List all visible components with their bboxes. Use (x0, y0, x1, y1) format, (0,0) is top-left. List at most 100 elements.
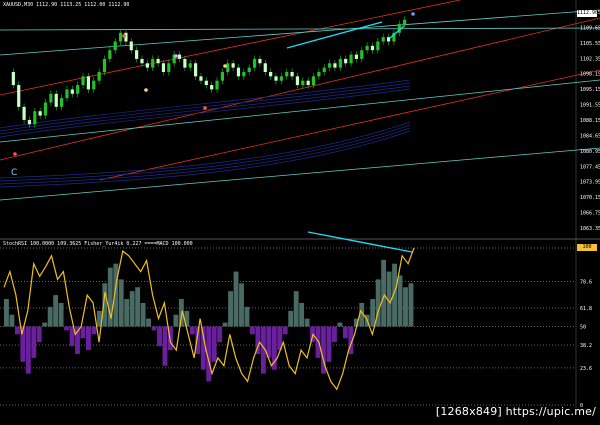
candle-body (204, 80, 208, 86)
candle-body (17, 85, 21, 107)
candle-body (65, 89, 69, 99)
candle-body (285, 71, 289, 77)
histogram-bar (370, 299, 376, 327)
price-tick-label: 1084.65 (580, 133, 600, 139)
candle-body (220, 71, 224, 81)
symbol-info: XAUUSD,M30 1112.90 1113.25 1112.00 1112.… (3, 2, 130, 8)
current-price-tag: 1112.90 (577, 10, 599, 17)
oscillator-axis: 10078.661.85038.223.60 (580, 246, 592, 409)
histogram-bar (233, 271, 239, 327)
candle-body (188, 63, 192, 68)
candle-body (183, 58, 187, 68)
candle-body (333, 63, 337, 68)
candle-body (54, 93, 58, 107)
channel-line (0, 0, 461, 96)
osc-tick-label: 38.2 (580, 343, 592, 349)
candle-body (97, 71, 101, 81)
candle-body (199, 76, 203, 81)
candle-body (38, 111, 42, 116)
candle-body (43, 102, 48, 116)
candle-body (140, 58, 144, 64)
histogram-bar (14, 326, 20, 335)
histogram-bar (332, 326, 337, 343)
candle-body (231, 63, 235, 68)
candle-body (263, 63, 267, 72)
histogram-bar (42, 322, 48, 327)
candle-body (247, 67, 251, 72)
trend-arrow (307, 231, 413, 253)
histogram-bar (4, 299, 9, 327)
histogram-bar (381, 259, 387, 327)
candle-body (386, 37, 391, 42)
candle-body (226, 63, 230, 72)
price-tick-label: 1080.95 (580, 149, 600, 155)
price-axis: 1116.151109.651105.551102.351098.151095.… (580, 10, 600, 232)
candle-body (118, 32, 123, 42)
channel-line (99, 69, 600, 181)
candle-body (49, 93, 53, 103)
histogram-bar (173, 314, 179, 327)
oscillator-info: StochRSI 100.0000 109.3625 Fisher_Yur4ik… (3, 241, 193, 247)
candle-body (156, 58, 160, 64)
candle-body (129, 41, 133, 51)
histogram-bar (342, 326, 348, 339)
histogram-bar (146, 318, 151, 327)
fractal-marker (411, 12, 415, 16)
candle-body (145, 63, 149, 68)
histogram-bar (326, 326, 332, 362)
watermark: [1268x849] https://upic.me/ (435, 405, 596, 418)
candle-body (11, 71, 15, 86)
candle-body (194, 63, 198, 77)
histogram-bar (304, 318, 310, 327)
price-tick-label: 1102.35 (580, 56, 600, 62)
candle-body (167, 63, 171, 72)
histogram-bar (129, 291, 135, 327)
fractal-marker (174, 54, 178, 58)
candle-body (102, 58, 107, 72)
candle-body (210, 85, 214, 90)
channel-line (0, 9, 600, 56)
candle-body (258, 58, 262, 64)
fractal-markers (13, 12, 415, 253)
candle-body (306, 80, 310, 86)
oscillator-panel (0, 247, 576, 406)
histogram-bar (222, 322, 228, 327)
candle-body (177, 54, 182, 59)
price-tick-label: 1073.95 (580, 180, 600, 186)
osc-tick-label: 23.6 (580, 366, 592, 372)
price-tick-label: 1095.15 (580, 87, 600, 93)
chart-canvas[interactable]: 1116.151109.651105.551102.351098.151095.… (0, 0, 600, 421)
histogram-bar (239, 283, 244, 327)
candle-body (295, 76, 300, 86)
histogram-bar (244, 306, 250, 327)
candle-body (301, 80, 305, 86)
candle-body (242, 71, 246, 77)
fractal-marker (13, 152, 17, 156)
histogram-bar (9, 314, 15, 327)
candle-body (274, 76, 278, 81)
chart-area[interactable]: 1116.151109.651105.551102.351098.151095.… (0, 0, 600, 421)
candle-body (151, 58, 155, 68)
candle-body (338, 58, 342, 68)
fractal-marker (122, 34, 126, 38)
price-tick-label: 1066.75 (580, 211, 600, 217)
candle-body (22, 106, 26, 120)
candle-body (354, 54, 358, 59)
candle-body (27, 119, 32, 125)
candle-body (33, 111, 37, 125)
histogram-bar (47, 306, 53, 327)
candle-body (365, 45, 369, 51)
candle-body (349, 54, 353, 64)
histogram-bar (58, 302, 64, 327)
histogram-bar (288, 310, 294, 327)
histogram-bar (118, 279, 124, 327)
fractal-marker (203, 106, 207, 110)
channel-line (0, 27, 600, 31)
histogram-bar (64, 326, 69, 331)
candle-body (92, 80, 96, 90)
price-tick-label: 1109.65 (580, 25, 600, 31)
histogram-bar (403, 287, 408, 327)
price-tick-label: 1105.55 (580, 41, 600, 47)
candle-body (113, 41, 117, 51)
price-tick-label: 1077.45 (580, 164, 600, 170)
